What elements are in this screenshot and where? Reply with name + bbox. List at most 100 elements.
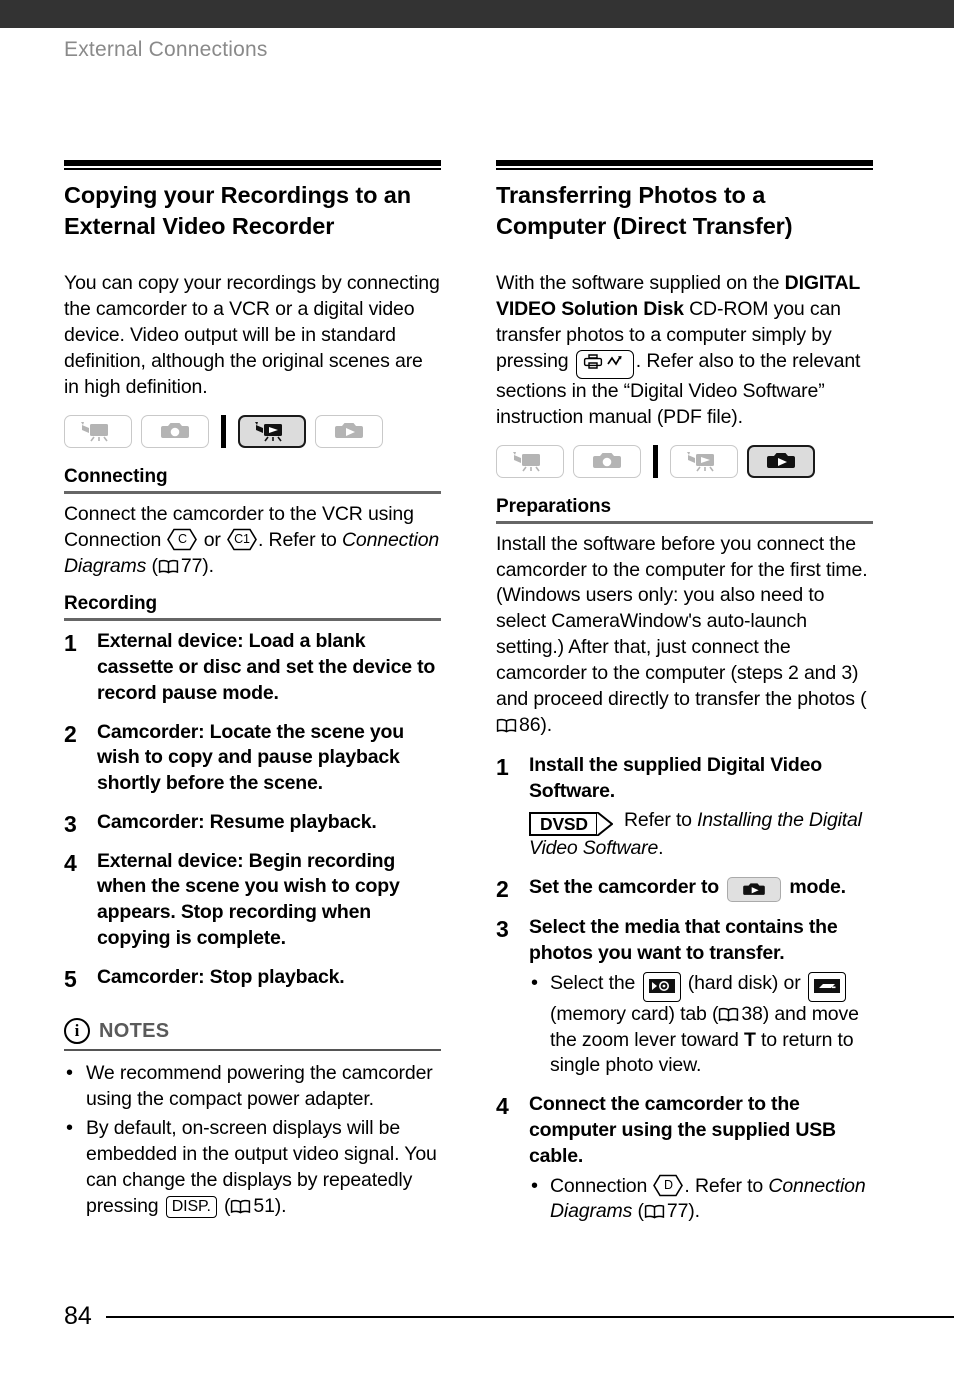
connecting-text-c: . Refer to — [258, 528, 342, 551]
step-number: 3 — [496, 916, 509, 943]
step-number: 3 — [64, 810, 77, 837]
bullet-text-c: (memory card) tab ( — [550, 1002, 719, 1025]
list-item: By default, on-screen displays will be e… — [64, 1115, 441, 1220]
preparations-paragraph: Install the software before you connect … — [496, 532, 873, 739]
camcorder-record-mode-icon[interactable] — [496, 444, 564, 478]
step-text: External device: Begin recording when th… — [97, 849, 400, 949]
photo-playback-mode-icon[interactable] — [747, 444, 815, 478]
connection-badge-d: D — [653, 1174, 684, 1197]
bullet-text-b: . Refer to — [684, 1174, 769, 1197]
connection-badge-d-label: D — [663, 1177, 673, 1192]
bullet-text-c: ( — [632, 1200, 645, 1223]
subheading-rule — [496, 520, 873, 524]
step-text: External device: Load a blank cassette o… — [97, 630, 436, 704]
dvsd-tag: DVSD — [529, 811, 614, 838]
step4-bullets: Connection D . Refer to Connection Diagr… — [529, 1173, 873, 1226]
step1-sub-b: . — [658, 837, 664, 860]
step-number: 4 — [64, 849, 77, 876]
footer-rule — [105, 1315, 954, 1318]
notes-rule — [64, 1049, 441, 1052]
intro-text-a: With the software supplied on the — [496, 272, 785, 295]
bullet-text-a: Select the — [550, 971, 641, 994]
left-column: Copying your Recordings to an External V… — [64, 160, 441, 1238]
list-item: 2 Camcorder: Locate the scene you wish t… — [64, 720, 441, 797]
step-text: Select the media that contains the photo… — [529, 916, 838, 964]
recording-steps-list: 1 External device: Load a blank cassette… — [64, 629, 441, 992]
step-number: 1 — [64, 630, 77, 657]
book-icon — [718, 1004, 739, 1022]
memory-card-tab-icon[interactable] — [807, 971, 846, 1002]
hard-disk-tab-icon[interactable] — [642, 971, 681, 1002]
connecting-page-ref: 77 — [180, 554, 203, 577]
note-page-ref: 51 — [253, 1194, 275, 1217]
transfer-steps-list: 1 Install the supplied Digital Video Sof… — [496, 753, 873, 1225]
bullet-text-d: ). — [688, 1200, 700, 1223]
step-number: 4 — [496, 1093, 509, 1120]
bullet-page-ref: 38 — [741, 1002, 763, 1025]
list-item: Connection D . Refer to Connection Diagr… — [529, 1173, 873, 1226]
intro-paragraph-left: You can copy your recordings by connecti… — [64, 272, 440, 398]
bullet-page-ref: 77 — [666, 1200, 689, 1223]
subheading-recording: Recording — [64, 593, 158, 615]
connection-badge-c-label: C — [177, 531, 187, 546]
photo-record-mode-icon[interactable] — [573, 444, 641, 478]
list-item: 3 Select the media that contains the pho… — [496, 915, 873, 1079]
step3-bullets: Select the (hard disk) or — [529, 970, 873, 1080]
list-item: 1 External device: Load a blank cassette… — [64, 629, 441, 706]
mode-divider — [653, 444, 658, 478]
right-column: Transferring Photos to a Computer (Direc… — [496, 160, 873, 1238]
photo-playback-mode-icon[interactable] — [727, 877, 782, 903]
note-text-c: ). — [274, 1194, 287, 1217]
subheading-rule — [64, 490, 441, 494]
step1-sub-a: Refer to — [618, 809, 698, 832]
notes-label: NOTES — [99, 1019, 170, 1042]
subheading-preparations: Preparations — [496, 495, 611, 517]
connecting-paragraph: Connect the camcorder to the VCR using C… — [64, 502, 441, 580]
step-number: 5 — [64, 965, 77, 992]
section-rule-right — [496, 160, 873, 170]
bullet-text-b: (hard disk) or — [682, 971, 806, 994]
connection-badge-c1: C1 — [227, 528, 257, 551]
book-icon — [230, 1196, 251, 1214]
step-text: Camcorder: Stop playback. — [97, 965, 345, 988]
step2-text-b: mode. — [784, 876, 846, 899]
intro-paragraph-right: With the software supplied on the DIGITA… — [496, 271, 873, 431]
notes-list: We recommend powering the camcorder usin… — [64, 1060, 441, 1220]
page-footer: 84 — [64, 1302, 954, 1331]
header-bar — [0, 0, 954, 28]
preparations-text-a: Install the software before you connect … — [496, 532, 868, 711]
page-title-right: Transferring Photos to a Computer (Direc… — [496, 182, 793, 239]
page-number: 84 — [64, 1302, 92, 1330]
preparations-page-ref: 86 — [519, 714, 541, 737]
connecting-text-d: ( — [146, 554, 159, 577]
list-item: 5 Camcorder: Stop playback. — [64, 965, 441, 992]
camcorder-record-mode-icon[interactable] — [64, 414, 132, 448]
info-icon: i — [64, 1018, 90, 1045]
connecting-text-e: ). — [202, 554, 214, 577]
mode-icon-row-left — [64, 414, 441, 448]
connection-badge-c1-label: C1 — [234, 531, 250, 546]
subheading-rule — [64, 618, 441, 622]
photo-record-mode-icon[interactable] — [141, 414, 209, 448]
video-playback-mode-icon[interactable] — [238, 414, 306, 448]
dvsd-tag-label: DVSD — [529, 812, 596, 837]
step-number: 1 — [496, 754, 509, 780]
video-playback-mode-icon[interactable] — [670, 444, 738, 478]
running-head: External Connections — [64, 38, 268, 61]
connecting-text-b: or — [198, 528, 226, 551]
print-share-button-icon[interactable] — [575, 349, 634, 379]
mode-icon-row-right — [496, 444, 873, 478]
list-item: 1 Install the supplied Digital Video Sof… — [496, 753, 873, 862]
page-title-left: Copying your Recordings to an External V… — [64, 182, 412, 239]
step-text: Install the supplied Digital Video Softw… — [529, 754, 822, 802]
step1-reference: DVSD Refer to Installing the Digital Vid… — [529, 808, 873, 862]
section-rule-left — [64, 160, 441, 170]
disp-button-key[interactable]: DISP. — [165, 1195, 217, 1218]
zoom-lever-t-label: T — [743, 1028, 756, 1051]
page-columns: Copying your Recordings to an External V… — [0, 160, 954, 1238]
book-icon — [496, 715, 517, 733]
preparations-text-b: ). — [540, 714, 553, 737]
step-text: Camcorder: Locate the scene you wish to … — [97, 720, 404, 795]
list-item: We recommend powering the camcorder usin… — [64, 1060, 441, 1113]
photo-playback-mode-icon[interactable] — [315, 414, 383, 448]
